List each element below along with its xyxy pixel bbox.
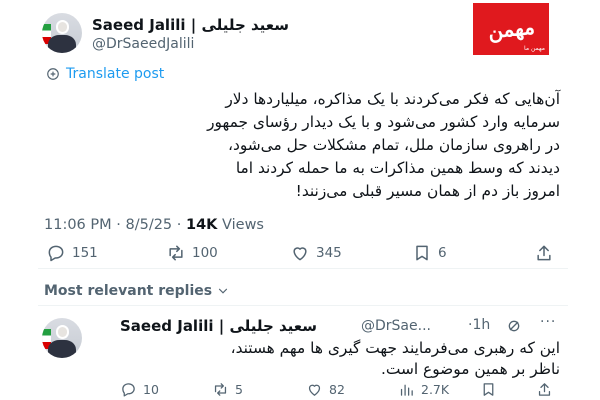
share-icon — [537, 245, 551, 261]
bookmark-icon — [416, 245, 428, 261]
divider — [38, 305, 568, 306]
tweet-meta: 11:06 PM · 8/5/25 · 14K Views — [44, 217, 264, 233]
divider — [38, 268, 568, 269]
reply-time[interactable]: ·1h — [468, 317, 490, 333]
reply-views-button[interactable]: 2.7K — [398, 381, 449, 398]
translate-icon — [47, 68, 59, 80]
repost-button[interactable]: 100 — [166, 243, 218, 263]
reply-repost-button[interactable]: 5 — [212, 381, 243, 398]
reply-like-count: 82 — [329, 382, 345, 397]
brand-logo-sub: مهمن ما — [524, 45, 545, 52]
reply-repost-count: 5 — [235, 382, 243, 397]
reply-icon — [48, 245, 64, 262]
replies-sort-label: Most relevant replies — [44, 283, 213, 299]
tweet-line: در راهروی سازمان ملل، تمام مشکلات حل می‌… — [228, 136, 560, 154]
reply-share-button[interactable] — [536, 381, 553, 398]
reply-line: ناظر بر همین موضوع است. — [380, 360, 560, 378]
tweet-views-count[interactable]: 14K — [186, 217, 217, 233]
views-chart-icon — [400, 384, 413, 396]
reply-button[interactable]: 151 — [46, 243, 98, 263]
share-icon — [538, 383, 551, 396]
reply-like-button[interactable]: 82 — [306, 381, 345, 398]
tweet-line: سرمایه وارد کشور می‌شود و با یک دیدار رؤ… — [207, 113, 560, 131]
bookmark-icon — [483, 383, 494, 396]
bookmark-count: 6 — [438, 245, 447, 261]
grok-icon[interactable] — [506, 318, 522, 334]
tweet-date[interactable]: 8/5/25 — [125, 217, 172, 233]
heart-icon — [308, 384, 321, 396]
tweet-views-label: Views — [222, 217, 264, 233]
reply-reply-button[interactable]: 10 — [120, 381, 159, 398]
tweet-line: دیدند که وسط همین مذاکرات به ما حمله کرد… — [235, 159, 560, 177]
meta-separator: · — [116, 217, 121, 233]
heart-icon — [293, 247, 307, 261]
like-button[interactable]: 345 — [290, 243, 342, 263]
reply-bookmark-button[interactable] — [480, 381, 497, 398]
reply-icon — [122, 383, 135, 397]
tweet-text: آن‌هایی که فکر می‌کردند با یک مذاکره، می… — [40, 88, 560, 203]
reply-author-name[interactable]: Saeed Jalili | سعید جلیلی — [120, 317, 317, 335]
like-count: 345 — [316, 245, 342, 261]
translate-post-link[interactable]: Translate post — [46, 66, 164, 82]
reply-views-count: 2.7K — [421, 382, 450, 397]
author-avatar[interactable] — [42, 13, 82, 53]
tweet-actions: 151 100 345 6 — [46, 243, 558, 265]
tweet-line: آن‌هایی که فکر می‌کردند با یک مذاکره، می… — [225, 90, 560, 108]
repost-count: 100 — [192, 245, 218, 261]
repost-icon — [214, 383, 227, 396]
reply-reply-count: 10 — [143, 382, 159, 397]
author-handle[interactable]: @DrSaeedJalili — [92, 36, 194, 52]
brand-logo-mark: مهمن — [486, 14, 536, 44]
tweet-line: امروز باز دم از همان مسیر قبلی می‌زنند! — [295, 182, 560, 200]
tweet-time[interactable]: 11:06 PM — [44, 217, 112, 233]
reply-actions: 10 5 82 2.7K — [120, 381, 560, 399]
author-name[interactable]: Saeed Jalili | سعید جلیلی — [92, 16, 289, 34]
brand-logo: مهمن مهمن ما — [473, 3, 549, 55]
meta-separator: · — [176, 217, 182, 233]
reply-line: این که رهبری می‌فرمایند جهت گیری ها مهم … — [230, 339, 560, 357]
replies-sort-dropdown[interactable]: Most relevant replies — [44, 283, 230, 299]
repost-icon — [169, 245, 183, 261]
reply-author-handle[interactable]: @DrSae... — [361, 318, 431, 334]
reply-count: 151 — [72, 245, 98, 261]
more-icon[interactable]: ··· — [540, 314, 556, 330]
chevron-down-icon — [219, 288, 228, 294]
reply-text: این که رهبری می‌فرمایند جهت گیری ها مهم … — [100, 338, 560, 380]
bookmark-button[interactable]: 6 — [412, 243, 447, 263]
reply-author-avatar[interactable] — [42, 318, 82, 358]
translate-label: Translate post — [66, 66, 165, 82]
share-button[interactable] — [534, 243, 554, 263]
